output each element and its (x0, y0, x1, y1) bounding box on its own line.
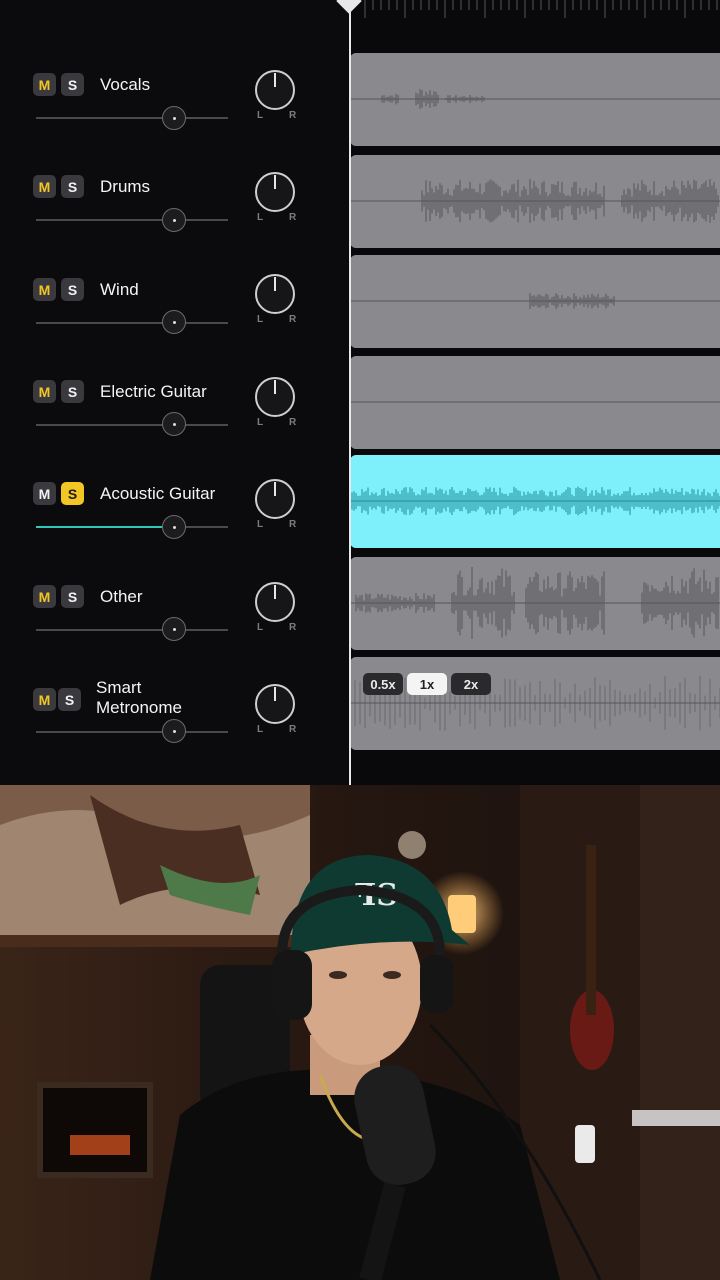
mute-button[interactable]: M (33, 688, 56, 711)
solo-button[interactable]: S (61, 585, 84, 608)
pan-left-label: L (257, 724, 264, 735)
track-row-drums: M S Drums L R (0, 150, 348, 252)
pan-left-label: L (257, 622, 264, 633)
volume-slider[interactable] (36, 117, 228, 119)
waveform-lane-vocals[interactable] (350, 53, 720, 146)
pan-knob[interactable] (255, 377, 295, 417)
track-name: Vocals (100, 75, 151, 94)
volume-slider[interactable] (36, 629, 228, 631)
volume-slider-fill (36, 526, 174, 528)
solo-button[interactable]: S (61, 380, 84, 403)
solo-button[interactable]: S (61, 482, 84, 505)
pan-knob[interactable] (255, 684, 295, 724)
pan-knob[interactable] (255, 172, 295, 212)
waveform (350, 293, 720, 309)
waveform-lane-wind[interactable] (350, 255, 720, 348)
pan-knob[interactable] (255, 479, 295, 519)
pan-left-label: L (257, 314, 264, 325)
track-row-electric-guitar: M S Electric Guitar L R (0, 355, 348, 457)
mute-button[interactable]: M (33, 585, 56, 608)
track-name: Acoustic Guitar (100, 484, 216, 503)
pan-right-label: R (289, 417, 297, 428)
speed-2x-button[interactable]: 2x (451, 673, 491, 695)
solo-button[interactable]: S (61, 73, 84, 96)
pan-knob[interactable] (255, 582, 295, 622)
track-name-line1: Smart (96, 678, 142, 697)
mute-button[interactable]: M (33, 278, 56, 301)
pan-knob[interactable] (255, 70, 295, 110)
volume-slider-thumb[interactable] (162, 106, 186, 130)
pan-left-label: L (257, 519, 264, 530)
waveform-lane-other[interactable] (350, 557, 720, 650)
track-name: Electric Guitar (100, 382, 207, 401)
pan-right-label: R (289, 314, 297, 325)
speed-half-button[interactable]: 0.5x (363, 673, 403, 695)
volume-slider-thumb[interactable] (162, 208, 186, 232)
pan-right-label: R (289, 724, 297, 735)
track-name: Wind (100, 280, 139, 299)
volume-slider[interactable] (36, 322, 228, 324)
mute-button[interactable]: M (33, 175, 56, 198)
pan-right-label: R (289, 519, 297, 530)
volume-slider[interactable] (36, 731, 228, 733)
playhead[interactable] (349, 0, 351, 785)
track-row-vocals: M S Vocals L R (0, 48, 348, 150)
track-name-line2: Metronome (96, 698, 182, 717)
pan-right-label: R (289, 622, 297, 633)
waveform (350, 675, 720, 731)
volume-slider[interactable] (36, 424, 228, 426)
multitrack-mixer: M S Vocals L R M S Drums L R M S Wind L … (0, 0, 720, 785)
pan-right-label: R (289, 212, 297, 223)
mute-button[interactable]: M (33, 73, 56, 96)
track-controls-panel: M S Vocals L R M S Drums L R M S Wind L … (0, 0, 348, 785)
track-row-other: M S Other L R (0, 560, 348, 662)
volume-slider-thumb[interactable] (162, 412, 186, 436)
volume-slider-thumb[interactable] (162, 310, 186, 334)
solo-button[interactable]: S (61, 175, 84, 198)
solo-button[interactable]: S (58, 688, 81, 711)
pan-left-label: L (257, 417, 264, 428)
mute-button[interactable]: M (33, 482, 56, 505)
track-name: Drums (100, 177, 151, 196)
waveform (350, 567, 720, 639)
pan-left-label: L (257, 110, 264, 121)
waveform (350, 179, 720, 223)
speed-1x-button[interactable]: 1x (407, 673, 447, 695)
waveform-lane-electric-guitar[interactable] (350, 356, 720, 449)
webcam-video: ꟻS (0, 785, 720, 1280)
waveform (350, 486, 720, 516)
volume-slider-thumb[interactable] (162, 617, 186, 641)
webcam-scene-image: ꟻS (0, 785, 720, 1280)
track-row-wind: M S Wind L R (0, 252, 348, 354)
waveform-lane-acoustic-guitar[interactable] (350, 455, 720, 548)
timeline-ruler[interactable] (350, 0, 720, 22)
pan-knob[interactable] (255, 274, 295, 314)
track-name: Other (100, 587, 143, 606)
track-row-smart-metronome: M S Smart Metronome L R (0, 662, 348, 764)
volume-slider[interactable] (36, 219, 228, 221)
waveform (350, 401, 720, 403)
track-row-acoustic-guitar: M S Acoustic Guitar L R (0, 457, 348, 559)
pan-left-label: L (257, 212, 264, 223)
volume-slider[interactable] (36, 526, 228, 528)
pan-right-label: R (289, 110, 297, 121)
waveform-lane-smart-metronome[interactable] (350, 657, 720, 750)
solo-button[interactable]: S (61, 278, 84, 301)
waveform-lane-drums[interactable] (350, 155, 720, 248)
volume-slider-thumb[interactable] (162, 719, 186, 743)
mute-button[interactable]: M (33, 380, 56, 403)
waveform (350, 89, 720, 109)
volume-slider-thumb[interactable] (162, 515, 186, 539)
